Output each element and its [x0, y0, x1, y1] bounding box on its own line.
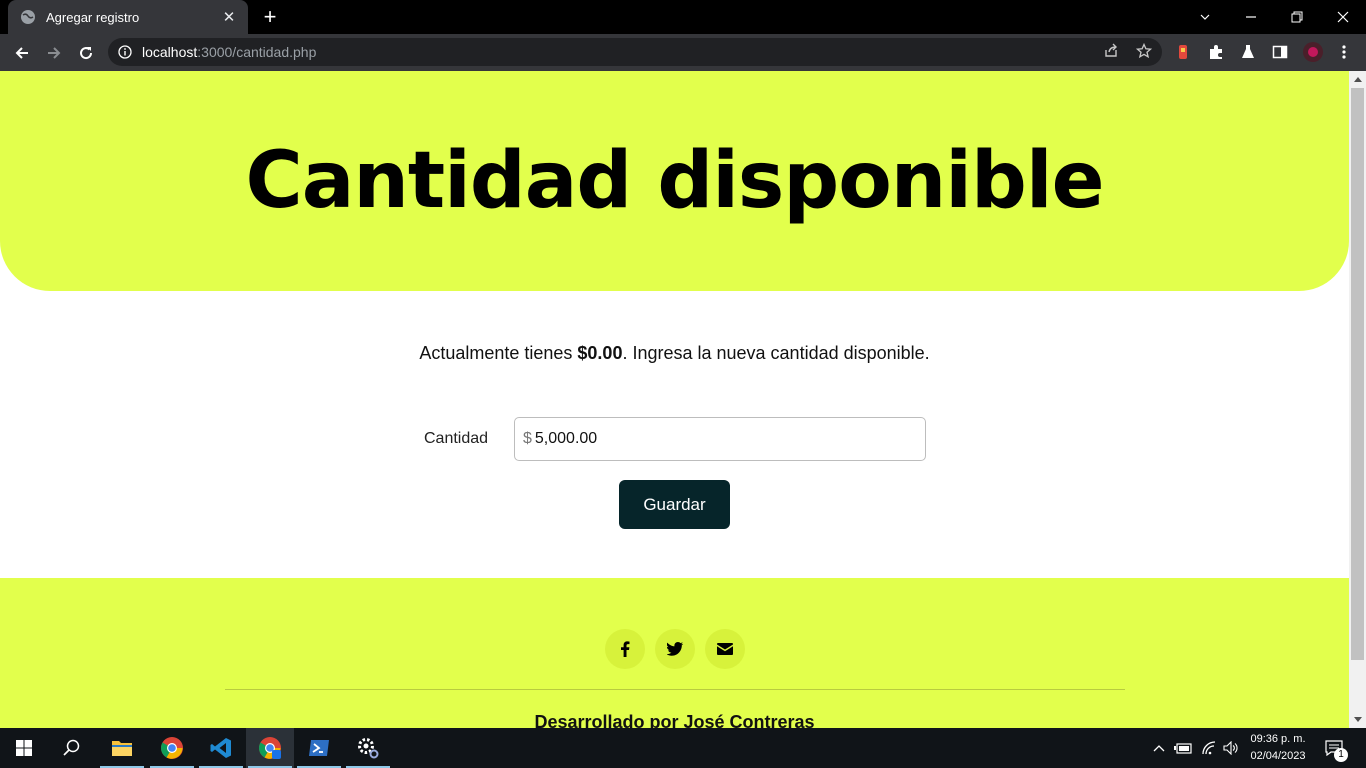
extension-red-icon[interactable] [1173, 42, 1193, 62]
settings-gear-icon[interactable] [344, 728, 392, 768]
system-clock[interactable]: 09:36 p. m. 02/04/2023 [1243, 731, 1313, 765]
minimize-button[interactable] [1228, 0, 1274, 34]
kebab-menu-icon[interactable] [1334, 42, 1354, 62]
battery-icon[interactable] [1172, 728, 1194, 768]
footer-divider [225, 689, 1125, 690]
facebook-link[interactable] [605, 629, 645, 669]
search-icon[interactable] [48, 728, 96, 768]
back-arrow-icon[interactable] [8, 39, 36, 67]
new-tab-button[interactable]: + [258, 4, 282, 29]
share-icon[interactable] [1101, 41, 1121, 61]
wifi-icon[interactable] [1198, 728, 1220, 768]
url-host: localhost [142, 44, 198, 60]
powershell-icon[interactable] [295, 728, 343, 768]
scroll-up-arrow-icon[interactable] [1349, 71, 1366, 88]
twitter-link[interactable] [655, 629, 695, 669]
bookmark-star-icon[interactable] [1134, 41, 1154, 61]
page-title: Cantidad disponible [245, 136, 1104, 226]
envelope-icon [717, 643, 733, 655]
page-viewport: Cantidad disponible Actualmente tienes $… [0, 71, 1349, 728]
chrome-icon[interactable] [148, 728, 196, 768]
extensions-puzzle-icon[interactable] [1206, 42, 1226, 62]
tray-chevron-up-icon[interactable] [1150, 728, 1168, 768]
windows-taskbar: 09:36 p. m. 02/04/2023 1 [0, 728, 1366, 768]
globe-icon [21, 10, 35, 24]
current-amount: $0.00 [577, 343, 623, 363]
reload-icon[interactable] [72, 39, 100, 67]
save-button[interactable]: Guardar [619, 480, 730, 529]
intro-prefix: Actualmente tienes [419, 343, 578, 363]
close-window-button[interactable] [1320, 0, 1366, 34]
clock-date: 02/04/2023 [1250, 750, 1306, 762]
page-footer: Desarrollado por José Contreras [0, 578, 1349, 728]
labs-flask-icon[interactable] [1238, 42, 1258, 62]
restore-button[interactable] [1274, 0, 1320, 34]
tab-search-icon[interactable] [1182, 0, 1228, 34]
forward-arrow-icon[interactable] [40, 39, 68, 67]
notification-count-badge: 1 [1334, 748, 1348, 762]
browser-tab-bar: Agregar registro ✕ + [0, 0, 1366, 34]
amount-label: Cantidad [424, 430, 489, 447]
notification-center-icon[interactable]: 1 [1320, 728, 1348, 768]
profile-avatar[interactable] [1302, 41, 1324, 63]
amount-form-row: Cantidad $ [0, 417, 1349, 461]
volume-icon[interactable] [1220, 728, 1242, 768]
scrollbar-thumb[interactable] [1351, 88, 1364, 660]
windows-start-icon[interactable] [0, 728, 48, 768]
address-bar[interactable]: localhost:3000/cantidad.php [108, 38, 1162, 66]
side-panel-icon[interactable] [1270, 42, 1290, 62]
twitter-icon [667, 642, 683, 656]
footer-credit: Desarrollado por José Contreras [534, 712, 815, 728]
page-scrollbar[interactable] [1349, 71, 1366, 728]
amount-input[interactable] [534, 430, 895, 448]
scroll-down-arrow-icon[interactable] [1349, 711, 1366, 728]
browser-toolbar: localhost:3000/cantidad.php [0, 34, 1366, 71]
currency-prefix: $ [523, 430, 532, 447]
info-icon[interactable] [118, 45, 132, 59]
email-link[interactable] [705, 629, 745, 669]
url-path: :3000/cantidad.php [197, 44, 317, 60]
intro-text: Actualmente tienes $0.00. Ingresa la nue… [0, 343, 1349, 364]
intro-suffix: . Ingresa la nueva cantidad disponible. [622, 343, 930, 363]
amount-field[interactable]: $ [514, 417, 926, 461]
file-explorer-icon[interactable] [98, 728, 146, 768]
facebook-icon [621, 641, 630, 657]
hero-header: Cantidad disponible [0, 71, 1349, 291]
vscode-icon[interactable] [197, 728, 245, 768]
clock-time: 09:36 p. m. [1250, 733, 1306, 745]
close-tab-icon[interactable]: ✕ [220, 8, 238, 26]
chrome-dev-icon[interactable] [246, 728, 294, 768]
tab-title: Agregar registro [46, 9, 140, 25]
browser-tab[interactable]: Agregar registro ✕ [8, 0, 248, 34]
